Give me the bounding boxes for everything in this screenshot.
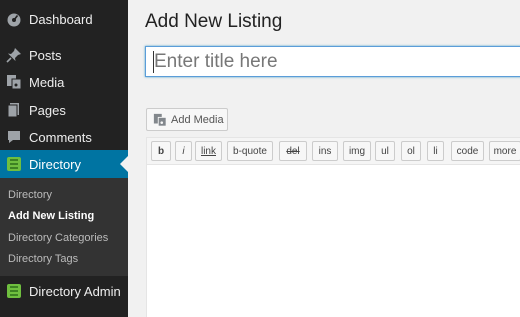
content-editor: b i link b-quote del ins img ul ol li co… xyxy=(146,137,520,317)
code-button[interactable]: code xyxy=(451,141,484,161)
link-button[interactable]: link xyxy=(195,141,222,161)
more-button[interactable]: more xyxy=(489,141,520,161)
directory-admin-icon xyxy=(6,283,22,299)
sidebar-item-label: Directory Admin xyxy=(29,283,121,299)
directory-submenu: Directory Add New Listing Directory Cate… xyxy=(0,178,128,276)
li-button[interactable]: li xyxy=(427,141,444,161)
submenu-item-add-new-listing[interactable]: Add New Listing xyxy=(8,210,94,222)
submenu-item-directory-categories[interactable]: Directory Categories xyxy=(8,232,108,244)
sidebar-item-label: Pages xyxy=(29,102,66,118)
img-button[interactable]: img xyxy=(343,141,371,161)
sidebar-item-media[interactable]: Media xyxy=(0,68,128,96)
sidebar-item-label: Comments xyxy=(29,129,92,145)
page-title: Add New Listing xyxy=(145,11,283,32)
sidebar-item-comments[interactable]: Comments xyxy=(0,123,128,151)
ol-button[interactable]: ol xyxy=(401,141,421,161)
bold-button[interactable]: b xyxy=(151,141,171,161)
sidebar-item-label: Media xyxy=(29,74,65,90)
quicktags-toolbar: b i link b-quote del ins img ul ol li co… xyxy=(147,138,520,165)
sidebar-item-pages[interactable]: Pages xyxy=(0,96,128,124)
ul-button[interactable]: ul xyxy=(375,141,395,161)
sidebar-item-label: Posts xyxy=(29,47,62,63)
sidebar-item-posts[interactable]: Posts xyxy=(0,41,128,69)
sidebar-item-label: Directory xyxy=(29,156,82,172)
editor-textarea[interactable] xyxy=(147,166,520,317)
comment-icon xyxy=(6,129,22,145)
ins-button[interactable]: ins xyxy=(312,141,338,161)
blockquote-button[interactable]: b-quote xyxy=(227,141,273,161)
media-icon xyxy=(153,113,167,127)
add-media-button[interactable]: Add Media xyxy=(146,108,228,131)
submenu-item-directory[interactable]: Directory xyxy=(8,189,52,201)
directory-icon xyxy=(6,156,22,172)
del-button[interactable]: del xyxy=(279,141,307,161)
title-input[interactable] xyxy=(145,46,520,77)
add-media-label: Add Media xyxy=(171,113,224,126)
sidebar-item-directory[interactable]: Directory xyxy=(0,150,128,178)
sidebar-item-directory-admin[interactable]: Directory Admin xyxy=(0,277,128,305)
sidebar-item-label: Dashboard xyxy=(29,11,93,27)
media-icon xyxy=(6,74,22,90)
pages-icon xyxy=(6,102,22,118)
submenu-item-directory-tags[interactable]: Directory Tags xyxy=(8,253,78,265)
admin-sidebar: Dashboard Posts Media Pages Comments Dir… xyxy=(0,0,128,317)
pin-icon xyxy=(6,47,22,63)
text-caret xyxy=(153,51,154,73)
sidebar-item-dashboard[interactable]: Dashboard xyxy=(0,5,128,33)
dashboard-icon xyxy=(6,11,22,27)
italic-button[interactable]: i xyxy=(175,141,192,161)
